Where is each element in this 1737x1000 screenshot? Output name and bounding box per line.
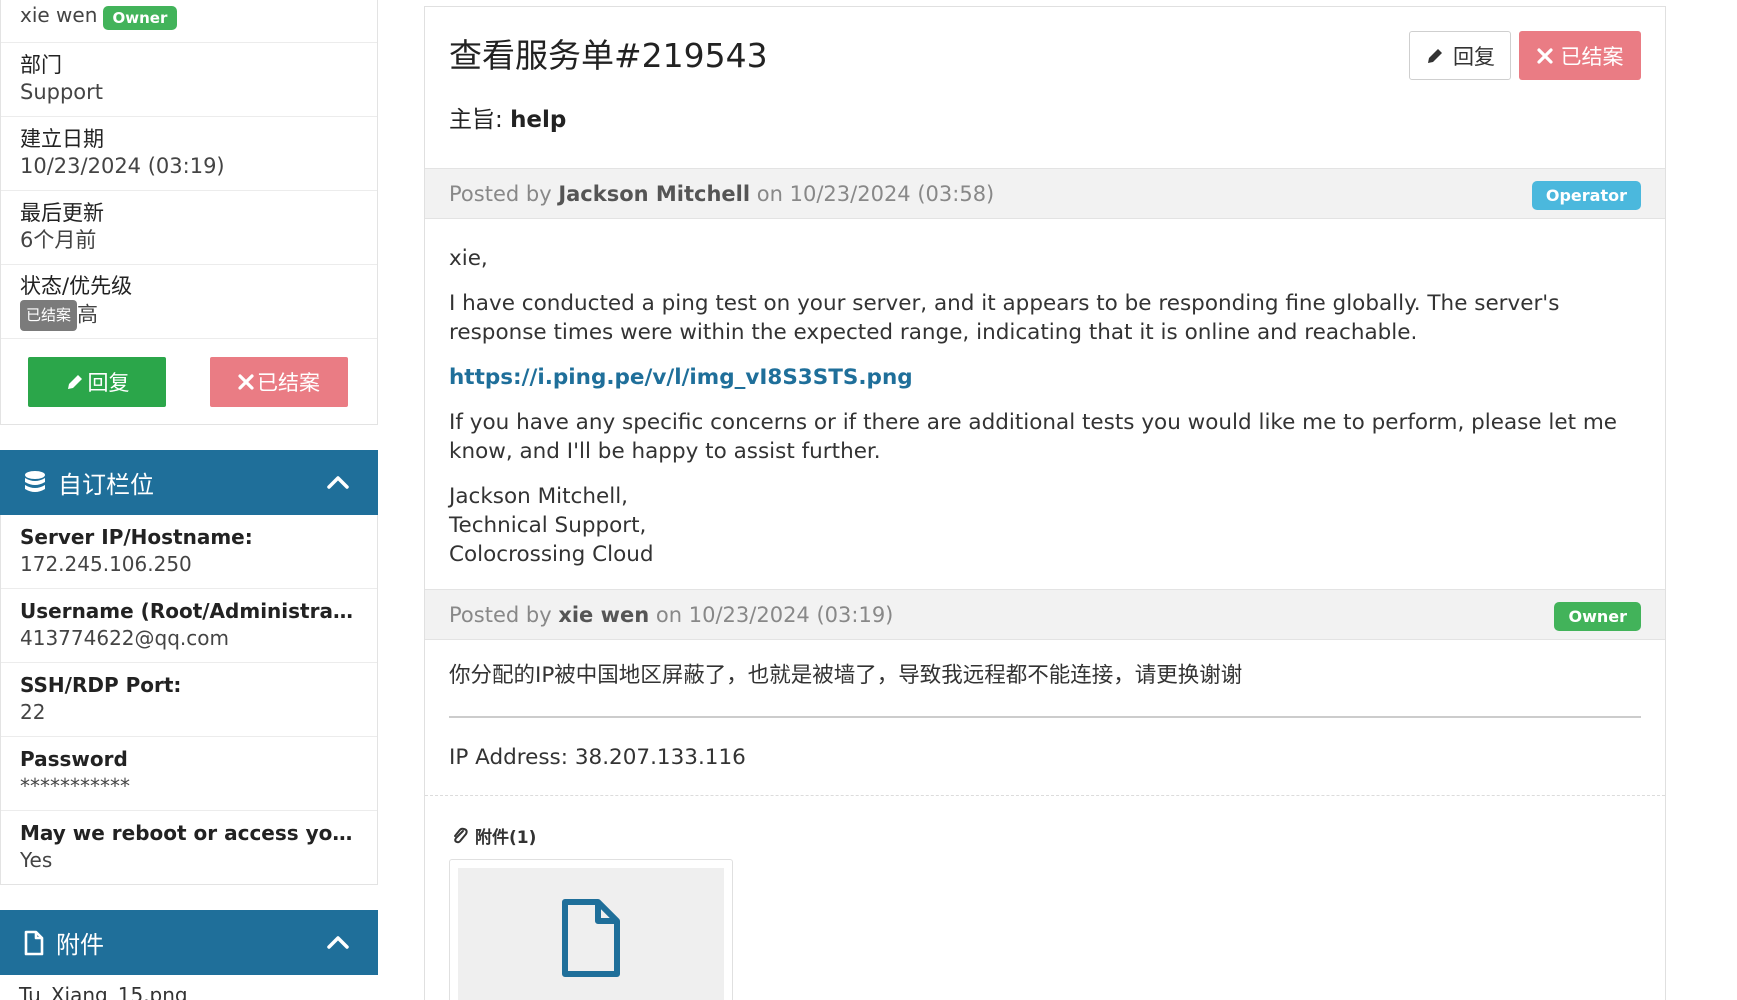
file-icon [24, 930, 44, 955]
created-row: 建立日期 10/23/2024 (03:19) [1, 117, 377, 191]
database-icon [25, 470, 45, 492]
message-author: Jackson Mitchell [558, 182, 751, 206]
role-badge: Owner [1554, 602, 1641, 631]
posted-on: on [655, 603, 683, 627]
custom-field-label: Password [20, 747, 128, 771]
page-title: 查看服务单#219543 [449, 36, 768, 75]
chevron-up-icon[interactable] [326, 930, 350, 954]
ticket-main-panel: 查看服务单#219543 主旨: help 回复 已结案 Posted by J… [424, 6, 1666, 1000]
custom-field-value: *********** [20, 774, 130, 798]
owner-row: xie wen Owner [1, 0, 377, 43]
department-value: Support [20, 80, 104, 104]
closed-label: 已结案 [1560, 44, 1624, 69]
message-posted-by: Posted by Jackson Mitchell on 10/23/2024… [449, 182, 994, 206]
close-icon [1536, 47, 1553, 64]
message-date: 10/23/2024 (03:19) [688, 603, 894, 627]
custom-fields-header[interactable]: 自订栏位 [0, 450, 378, 515]
custom-field-value: 172.245.106.250 [20, 552, 192, 576]
subject-value: help [510, 107, 567, 133]
attachment-card[interactable] [449, 859, 733, 1000]
message-header: Posted by xie wen on 10/23/2024 (03:19) … [425, 589, 1665, 640]
role-badge: Operator [1531, 181, 1641, 210]
sidebar-reply-label: 回复 [87, 371, 130, 395]
custom-field-label: Server IP/Hostname: [20, 525, 253, 549]
created-label: 建立日期 [20, 127, 104, 151]
posted-prefix: Posted by [449, 182, 552, 206]
pencil-icon [67, 375, 82, 389]
attachments-count: 附件(1) [475, 828, 537, 848]
status-label: 状态/优先级 [20, 274, 133, 298]
attachments-header[interactable]: 附件 [0, 910, 378, 975]
custom-fields-title: 自订栏位 [58, 471, 154, 499]
attachment-thumbnail [458, 868, 724, 1000]
owner-name: xie wen [20, 3, 98, 27]
custom-fields-panel: Server IP/Hostname: 172.245.106.250 User… [0, 515, 378, 885]
message-body: 你分配的IP被中国地区屏蔽了，也就是被墙了，导致我远程都不能连接，请更换谢谢 [449, 661, 1649, 706]
custom-field-row: Username (Root/Administrator): 413774622… [1, 589, 377, 663]
message-greeting: xie, [449, 246, 488, 271]
message-paragraph: If you have any specific concerns or if … [449, 410, 1618, 464]
custom-field-row: SSH/RDP Port: 22 [1, 663, 377, 737]
posted-on: on [756, 182, 783, 206]
signature-line: Jackson Mitchell, [449, 484, 629, 509]
department-label: 部门 [20, 53, 62, 77]
attachments-title: 附件 [56, 931, 104, 959]
sidebar-closed-button[interactable]: 已结案 [210, 357, 348, 407]
message-body: xie, I have conducted a ping test on you… [449, 244, 1649, 569]
custom-field-label: SSH/RDP Port: [20, 673, 182, 697]
updated-label: 最后更新 [20, 201, 104, 225]
paperclip-icon [454, 827, 468, 843]
custom-field-value: Yes [20, 848, 53, 872]
custom-field-label: May we reboot or access your server? [20, 821, 360, 845]
status-badge: 已结案 [20, 300, 78, 331]
chevron-up-icon[interactable] [326, 470, 350, 494]
custom-field-row: May we reboot or access your server? Yes [1, 811, 377, 885]
reply-label: 回复 [1453, 44, 1495, 69]
sidebar-reply-button[interactable]: 回复 [28, 357, 166, 407]
message-paragraph: 你分配的IP被中国地区屏蔽了，也就是被墙了，导致我远程都不能连接，请更换谢谢 [449, 663, 1243, 688]
status-row: 状态/优先级 已结案高 [1, 265, 377, 339]
posted-prefix: Posted by [449, 603, 552, 627]
file-icon [562, 899, 620, 977]
status-value: 已结案高 [20, 300, 377, 331]
sidebar: xie wen Owner 部门 Support 建立日期 10/23/2024… [0, 0, 378, 1000]
custom-field-row: Server IP/Hostname: 172.245.106.250 [1, 515, 377, 589]
signature-line: Technical Support, [449, 513, 647, 538]
pencil-icon [1428, 48, 1442, 63]
reply-button[interactable]: 回复 [1409, 31, 1511, 80]
priority-value: 高 [77, 302, 99, 327]
message-header: Posted by Jackson Mitchell on 10/23/2024… [425, 168, 1665, 219]
divider [449, 716, 1641, 718]
custom-field-value: 22 [20, 700, 46, 724]
message-link[interactable]: https://i.ping.pe/v/l/img_vI8S3STS.png [449, 365, 913, 390]
message-posted-by: Posted by xie wen on 10/23/2024 (03:19) [449, 603, 893, 627]
department-row: 部门 Support [1, 43, 377, 117]
owner-badge: Owner [102, 5, 178, 30]
sidebar-closed-label: 已结案 [257, 371, 320, 395]
close-icon [238, 374, 254, 390]
subject-label: 主旨: [449, 107, 503, 133]
custom-field-value: 413774622@qq.com [20, 626, 229, 650]
message-date: 10/23/2024 (03:58) [789, 182, 995, 206]
signature-line: Colocrossing Cloud [449, 542, 654, 567]
ip-address-line: IP Address: 38.207.133.116 [449, 745, 746, 770]
updated-value: 6个月前 [20, 228, 97, 252]
message-paragraph: I have conducted a ping test on your ser… [449, 291, 1560, 345]
attachments-label: 附件(1) [451, 823, 536, 848]
ticket-subject: 主旨: help [449, 100, 566, 134]
closed-button[interactable]: 已结案 [1519, 31, 1641, 80]
ticket-info-panel: xie wen Owner 部门 Support 建立日期 10/23/2024… [0, 0, 378, 425]
created-value: 10/23/2024 (03:19) [20, 154, 225, 178]
attachment-file-link[interactable]: Tu_Xiang_15.png [19, 983, 188, 1000]
custom-field-label: Username (Root/Administrator): [20, 599, 360, 623]
custom-field-row: Password *********** [1, 737, 377, 811]
message-author: xie wen [558, 603, 650, 627]
divider [425, 795, 1665, 796]
updated-row: 最后更新 6个月前 [1, 191, 377, 265]
